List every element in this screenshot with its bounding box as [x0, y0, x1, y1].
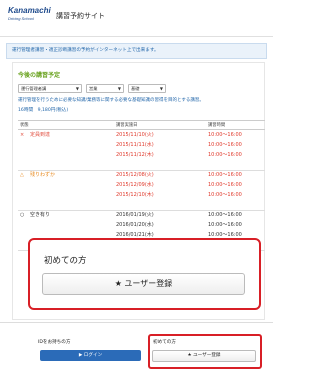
- status-label: 空き有り: [30, 212, 51, 218]
- status-label: 残りわずか: [30, 172, 56, 178]
- time-cell: 10:00〜16:00: [208, 192, 242, 198]
- status-label: 定員到達: [30, 132, 51, 138]
- logo-subtext: Driving School: [8, 16, 34, 21]
- site-title: 講習予約サイト: [56, 12, 105, 20]
- time-cell: 10:00〜16:00: [208, 222, 242, 228]
- table-row[interactable]: × 定員到達 2015/11/10(火) 2015/11/11(水) 2015/…: [18, 130, 265, 171]
- time-cell: 10:00〜16:00: [208, 172, 242, 178]
- chevron-down-icon: ▼: [117, 86, 121, 91]
- date-cell: 2016/01/20(水): [116, 222, 154, 228]
- time-cell: 10:00〜16:00: [208, 212, 242, 218]
- table-row[interactable]: △ 残りわずか 2015/12/08(火) 2015/12/09(水) 2015…: [18, 170, 265, 211]
- date-cell: 2015/12/10(木): [116, 192, 154, 198]
- time-cell: 10:00〜16:00: [208, 182, 242, 188]
- course-description: 運行管理を行うために必要な知識/業務等に関する必要な基礎知識の習得を目的とする講…: [18, 98, 204, 103]
- date-cell: 2015/11/11(水): [116, 142, 154, 148]
- logo-text: Kanamachi: [8, 6, 51, 15]
- callout-title: 初めての方: [44, 256, 87, 266]
- zoom-callout: 初めての方 ★ ユーザー登録: [28, 238, 261, 310]
- course-select-value: 運行管理者講: [21, 86, 47, 91]
- category-select-value: 営業: [89, 86, 98, 91]
- date-cell: 2016/01/19(火): [116, 212, 154, 218]
- kanamachi-logo[interactable]: Kanamachi Driving School: [8, 6, 52, 28]
- type-select-value: 基礎: [131, 86, 140, 91]
- login-label: IDをお持ちの方: [38, 340, 71, 345]
- time-cell: 10:00〜16:00: [208, 142, 242, 148]
- site-header: Kanamachi Driving School 講習予約サイト: [0, 0, 273, 37]
- header-date: 講習実施日: [116, 123, 138, 128]
- time-cell: 10:00〜16:00: [208, 132, 242, 138]
- chevron-down-icon: ▼: [159, 86, 163, 91]
- course-select[interactable]: 運行管理者講 ▼: [18, 84, 82, 93]
- date-cell: 2015/11/10(火): [116, 132, 154, 138]
- time-cell: 10:00〜16:00: [208, 152, 242, 158]
- header-status: 状態: [20, 123, 29, 128]
- section-title: 今後の講習予定: [18, 72, 61, 79]
- status-icon: ○: [20, 212, 25, 218]
- register-highlight-frame: [148, 334, 262, 369]
- info-notice: 運行管理者講習・適正診断講習の予約がインターネット上で出来ます。: [6, 43, 267, 59]
- login-button[interactable]: ▶ ログイン: [40, 350, 141, 361]
- table-header: 状態 講習実施日 講習時間: [18, 120, 265, 130]
- chevron-down-icon: ▼: [75, 86, 79, 91]
- category-select[interactable]: 営業 ▼: [86, 84, 124, 93]
- date-cell: 2015/11/12(木): [116, 152, 154, 158]
- date-cell: 2015/12/09(水): [116, 182, 154, 188]
- status-icon: △: [20, 172, 24, 178]
- type-select[interactable]: 基礎 ▼: [128, 84, 166, 93]
- header-time: 講習時間: [208, 123, 226, 128]
- status-icon: ×: [20, 132, 25, 138]
- course-duration-price: 16時間 9,180円(税込): [18, 108, 69, 113]
- date-cell: 2015/12/08(火): [116, 172, 154, 178]
- callout-register-button[interactable]: ★ ユーザー登録: [42, 273, 245, 295]
